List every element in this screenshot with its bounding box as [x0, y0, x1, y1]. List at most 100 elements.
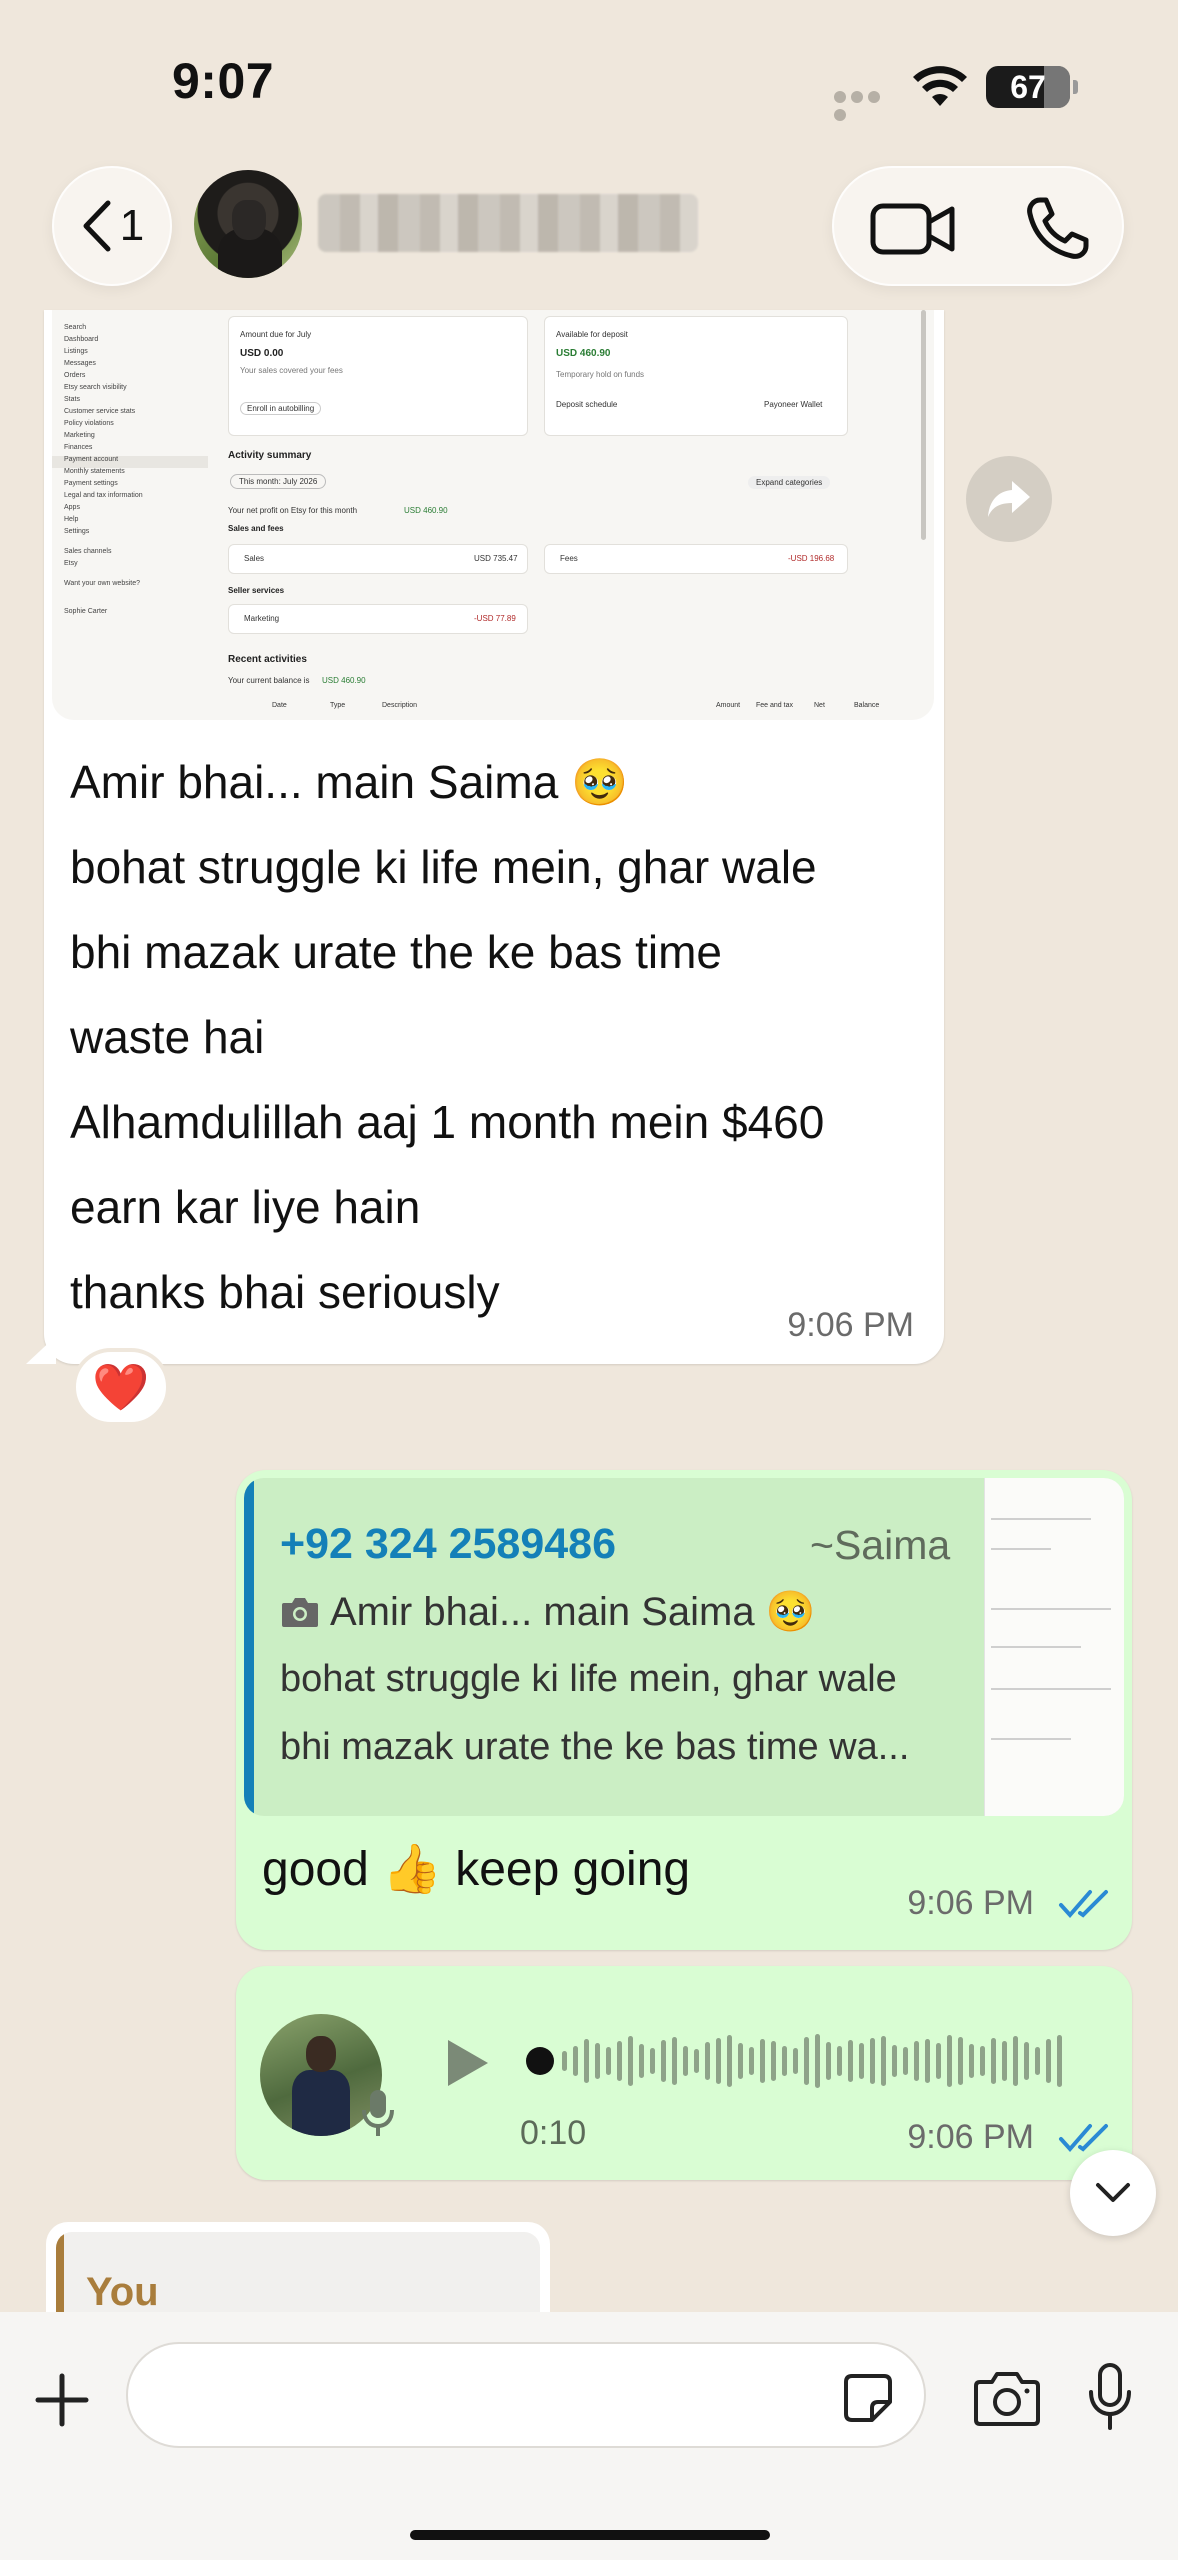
quoted-preview: You [56, 2232, 540, 2312]
message-input[interactable] [126, 2342, 926, 2448]
play-icon[interactable] [442, 2036, 492, 2090]
waveform-bar [573, 2046, 578, 2076]
contact-avatar[interactable] [194, 170, 302, 278]
message-timestamp: 9:06 PM [907, 2118, 1034, 2156]
screenshot-sidebar: Search Dashboard Listings Messages Orders Ets… [52, 310, 208, 720]
screenshot-column-header: Fee and tax [756, 702, 793, 709]
message-line: waste hai [70, 1011, 265, 1063]
waveform-bar [914, 2041, 919, 2081]
read-ticks-icon [1059, 2124, 1108, 2153]
contact-name-blurred[interactable] [318, 194, 698, 252]
outgoing-reply-bubble[interactable]: +92 324 2589486 ~Saima Amir bhai... main… [236, 1470, 1132, 1950]
screenshot-sidebar-item: Stats [64, 396, 80, 403]
waveform-bar [760, 2039, 765, 2083]
waveform-bar [738, 2043, 743, 2079]
waveform-bar [716, 2038, 721, 2084]
amount-due-label: Amount due for July [240, 330, 312, 339]
fees-value: -USD 196.68 [788, 554, 835, 563]
available-value: USD 460.90 [556, 348, 611, 359]
waveform-bar [1024, 2042, 1029, 2080]
amount-due-value: USD 0.00 [240, 348, 284, 359]
screenshot-sidebar-item: Sophie Carter [64, 608, 108, 615]
message-input-bar [0, 2312, 1178, 2560]
waveform-bar [727, 2035, 732, 2087]
waveform-bar [947, 2035, 952, 2087]
waveform-bar [562, 2051, 567, 2071]
screenshot-sidebar-item: Listings [64, 348, 88, 355]
screenshot-sidebar-item: Marketing [64, 432, 95, 439]
home-indicator [410, 2530, 770, 2540]
mic-icon [362, 2090, 394, 2136]
screenshot-sidebar-item: Etsy [64, 560, 78, 567]
plus-icon[interactable] [30, 2368, 94, 2432]
screenshot-column-header: Balance [854, 702, 880, 709]
screenshot-column-header: Type [330, 702, 346, 709]
voice-message-bubble[interactable]: 0:10 9:06 PM [236, 1966, 1132, 2180]
waveform-bar [661, 2040, 666, 2082]
chat-header: 1 [0, 160, 1178, 310]
waveform-bar [606, 2047, 611, 2075]
forward-icon [988, 481, 1030, 517]
voice-call-icon[interactable] [1022, 194, 1092, 264]
quoted-message[interactable]: +92 324 2589486 ~Saima Amir bhai... main… [244, 1478, 1124, 1816]
screenshot-sidebar-item: Dashboard [64, 336, 99, 343]
waveform-playhead[interactable] [526, 2047, 554, 2075]
waveform-bar [771, 2041, 776, 2081]
screenshot-scrollbar [921, 310, 926, 540]
attached-screenshot[interactable]: Search Dashboard Listings Messages Orders Ets… [52, 310, 934, 720]
video-call-icon[interactable] [870, 198, 956, 260]
screenshot-sidebar-item: Help [64, 516, 79, 523]
waveform-bar [1002, 2041, 1007, 2081]
scroll-to-bottom-button[interactable] [1070, 2150, 1156, 2236]
waveform-bar [837, 2046, 842, 2076]
waveform-bar [815, 2034, 820, 2088]
incoming-message-text: Amir bhai... main Saima 🥹 bohat struggle… [70, 740, 930, 1335]
screenshot-sidebar-item: Policy violations [64, 420, 114, 427]
month-selector: This month: July 2026 [230, 474, 327, 489]
quote-line: bohat struggle ki life mein, ghar wale [280, 1658, 897, 1700]
marketing-label: Marketing [244, 614, 280, 623]
screenshot-sidebar-item: Messages [64, 360, 96, 367]
waveform-bar [804, 2037, 809, 2085]
net-profit-text: Your net profit on Etsy for this month [228, 506, 358, 515]
unread-count: 1 [119, 201, 145, 250]
heart-reaction[interactable]: ❤️ [72, 1348, 170, 1426]
waveform-bar [584, 2039, 589, 2083]
message-line: Amir bhai... main Saima 🥹 [70, 756, 629, 808]
waveform-bar [826, 2042, 831, 2080]
screenshot-sidebar-item: Orders [64, 372, 86, 379]
microphone-icon[interactable] [1086, 2362, 1134, 2432]
net-profit-value: USD 460.90 [404, 506, 448, 515]
waveform-bar [991, 2038, 996, 2084]
screenshot-sidebar-item: Search [64, 324, 87, 331]
partial-message-preview[interactable]: You [46, 2222, 550, 2312]
forward-button[interactable] [966, 456, 1052, 542]
camera-icon[interactable] [974, 2370, 1040, 2426]
sales-value: USD 735.47 [474, 554, 518, 563]
screenshot-sidebar-item: Finances [64, 444, 93, 451]
camera-icon [282, 1597, 318, 1627]
waveform-bar [980, 2046, 985, 2076]
reply-text: good 👍 keep going [262, 1843, 691, 1896]
voice-duration: 0:10 [520, 2114, 587, 2152]
screenshot-main: Amount due for July USD 0.00 Your sales … [228, 310, 914, 720]
back-button[interactable]: 1 [52, 166, 172, 286]
quote-line: Amir bhai... main Saima 🥹 [280, 1588, 816, 1635]
voice-waveform[interactable] [526, 2028, 1066, 2094]
waveform-bar [1046, 2039, 1051, 2083]
current-balance-value: USD 460.90 [322, 676, 366, 685]
waveform-bar [782, 2046, 787, 2076]
activity-title: Activity summary [228, 450, 312, 461]
incoming-message-bubble[interactable]: Search Dashboard Listings Messages Orders Ets… [26, 310, 944, 1364]
waveform-bar [749, 2047, 754, 2075]
amount-due-note: Your sales covered your fees [240, 366, 343, 375]
quote-accent-bar [56, 2232, 64, 2312]
fees-label: Fees [560, 554, 578, 563]
sticker-icon[interactable] [842, 2372, 894, 2424]
waveform-bar [650, 2048, 655, 2074]
screenshot-sidebar-item: Payment account [52, 456, 208, 468]
quote-accent-bar [244, 1478, 254, 1816]
status-bar: 9:07 67 [0, 0, 1178, 160]
available-label: Available for deposit [556, 330, 628, 339]
autobilling-button: Enroll in autobilling [240, 402, 322, 415]
